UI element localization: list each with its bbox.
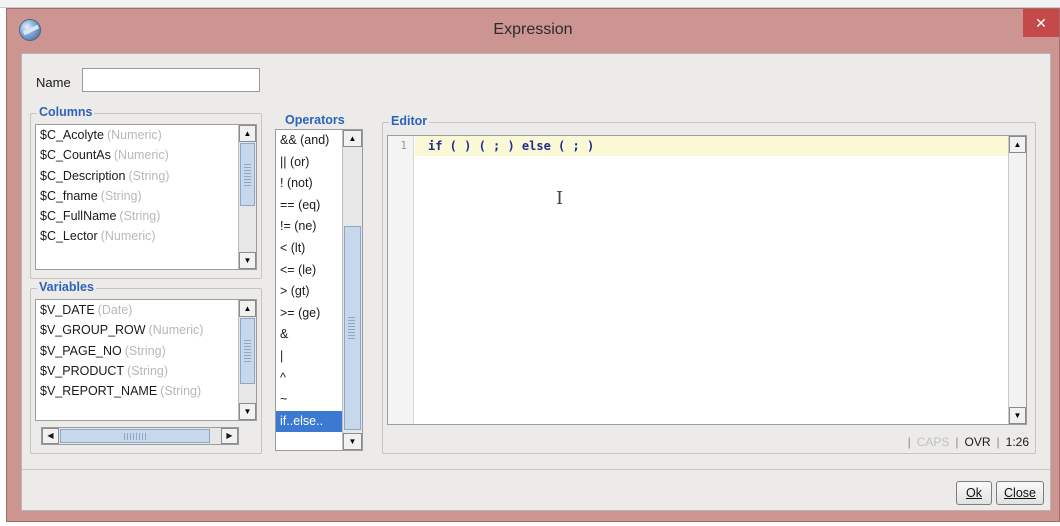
name-label: Name (36, 75, 71, 90)
column-item[interactable]: $C_Lector (Numeric) (36, 226, 256, 246)
variable-item-type: (Numeric) (148, 323, 204, 338)
code-line-current[interactable]: if ( ) ( ; ) else ( ; ) (415, 136, 1008, 156)
arrow-up-icon[interactable]: ▲ (239, 125, 256, 142)
editor-group: Editor 1 if ( ) ( ; ) else ( ; ) I ▲ ▼ |… (382, 114, 1036, 454)
columns-scrollbar[interactable]: ▲ ▼ (238, 125, 256, 269)
expression-dialog: Expression ✕ Name Columns $C_Acolyte (Num… (6, 8, 1060, 522)
name-input[interactable] (82, 68, 260, 92)
footer-divider (22, 469, 1050, 470)
variable-item[interactable]: $V_PRODUCT (String) (36, 361, 256, 381)
arrow-up-icon[interactable]: ▲ (239, 300, 256, 317)
column-item-name: $C_Lector (40, 229, 98, 244)
column-item-type: (Numeric) (113, 148, 169, 163)
cursor-position: 1:26 (1005, 435, 1029, 449)
close-button-label: Close (1004, 486, 1036, 500)
variables-title: Variables (37, 280, 96, 294)
column-item[interactable]: $C_Acolyte (Numeric) (36, 125, 256, 145)
variables-group: Variables $V_DATE (Date) $V_GROUP_ROW (Nume… (30, 280, 262, 454)
variables-list[interactable]: $V_DATE (Date) $V_GROUP_ROW (Numeric) $V_PAG… (35, 299, 257, 421)
operators-scroll-thumb[interactable] (344, 226, 361, 430)
operators-title: Operators (283, 113, 347, 127)
column-item-type: (Numeric) (100, 229, 156, 244)
column-item[interactable]: $C_CountAs (Numeric) (36, 145, 256, 165)
variable-item-name: $V_PAGE_NO (40, 343, 122, 358)
editor-scrollbar[interactable]: ▲ ▼ (1008, 136, 1026, 424)
column-item-name: $C_CountAs (40, 148, 111, 163)
arrow-down-icon[interactable]: ▼ (239, 403, 256, 420)
column-item-type: (String) (119, 209, 161, 224)
variable-item[interactable]: $V_PAGE_NO (String) (36, 341, 256, 361)
arrow-right-icon[interactable]: ▶ (221, 428, 238, 444)
columns-group: Columns $C_Acolyte (Numeric) $C_CountAs (Nu… (30, 105, 262, 279)
variables-hscroll-thumb[interactable] (60, 429, 210, 443)
arrow-down-icon[interactable]: ▼ (343, 433, 362, 450)
columns-title: Columns (37, 105, 95, 119)
code-editor[interactable]: 1 if ( ) ( ; ) else ( ; ) I ▲ ▼ (387, 135, 1027, 425)
editor-statusbar: | CAPS | OVR | 1:26 (907, 435, 1029, 449)
variable-item-type: (String) (160, 384, 202, 399)
variable-item-type: (String) (124, 343, 166, 358)
caps-indicator: CAPS (916, 435, 950, 449)
arrow-up-icon[interactable]: ▲ (343, 130, 362, 147)
column-item-name: $C_Acolyte (40, 128, 104, 142)
line-number-gutter: 1 (388, 136, 414, 424)
ok-button-label: Ok (966, 486, 982, 500)
column-item-type: (String) (100, 188, 142, 203)
operators-scrollbar[interactable]: ▲ ▼ (342, 130, 362, 450)
column-item-type: (String) (128, 168, 170, 183)
background-strip (0, 0, 1060, 8)
variable-item-type: (Date) (97, 303, 133, 317)
text-cursor-icon: I (556, 188, 564, 209)
window-title: Expression (493, 21, 573, 38)
dialog-body: Name Columns $C_Acolyte (Numeric) $C_Count… (21, 53, 1051, 511)
variable-item-name: $V_PRODUCT (40, 363, 125, 378)
variables-hscrollbar[interactable]: ◀ ▶ (41, 427, 239, 445)
close-icon[interactable]: ✕ (1023, 9, 1059, 37)
variable-item-name: $V_DATE (40, 303, 95, 317)
line-number: 1 (400, 139, 407, 152)
column-item-name: $C_FullName (40, 209, 117, 224)
variable-item-type: (String) (127, 363, 169, 378)
editor-title: Editor (389, 114, 430, 128)
column-item-type: (Numeric) (106, 128, 162, 142)
column-item[interactable]: $C_FullName (String) (36, 206, 256, 226)
variable-item-name: $V_REPORT_NAME (40, 384, 158, 399)
variable-item[interactable]: $V_GROUP_ROW (Numeric) (36, 320, 256, 340)
column-item[interactable]: $C_fname (String) (36, 186, 256, 206)
title-bar[interactable]: Expression ✕ (7, 9, 1059, 51)
variables-scrollbar[interactable]: ▲ ▼ (238, 300, 256, 420)
columns-list[interactable]: $C_Acolyte (Numeric) $C_CountAs (Numeric) $C… (35, 124, 257, 270)
arrow-left-icon[interactable]: ◀ (42, 428, 59, 444)
variables-scroll-thumb[interactable] (240, 318, 255, 384)
variable-item-name: $V_GROUP_ROW (40, 323, 146, 338)
close-button[interactable]: Close (996, 481, 1044, 505)
arrow-up-icon[interactable]: ▲ (1009, 136, 1026, 153)
variable-item[interactable]: $V_DATE (Date) (36, 300, 256, 320)
overwrite-indicator: OVR (964, 435, 991, 449)
operators-list[interactable]: && (and) || (or)! (not) == (eq) != (ne) < (l… (275, 129, 363, 451)
ok-button[interactable]: Ok (956, 481, 992, 505)
operators-group: Operators && (and) || (or)! (not) == (eq)!… (268, 113, 364, 454)
column-item-name: $C_Description (40, 168, 126, 183)
variable-item[interactable]: $V_REPORT_NAME (String) (36, 381, 256, 401)
columns-scroll-thumb[interactable] (240, 143, 255, 206)
column-item-name: $C_fname (40, 188, 98, 203)
arrow-down-icon[interactable]: ▼ (1009, 407, 1026, 424)
column-item[interactable]: $C_Description (String) (36, 166, 256, 186)
arrow-down-icon[interactable]: ▼ (239, 252, 256, 269)
